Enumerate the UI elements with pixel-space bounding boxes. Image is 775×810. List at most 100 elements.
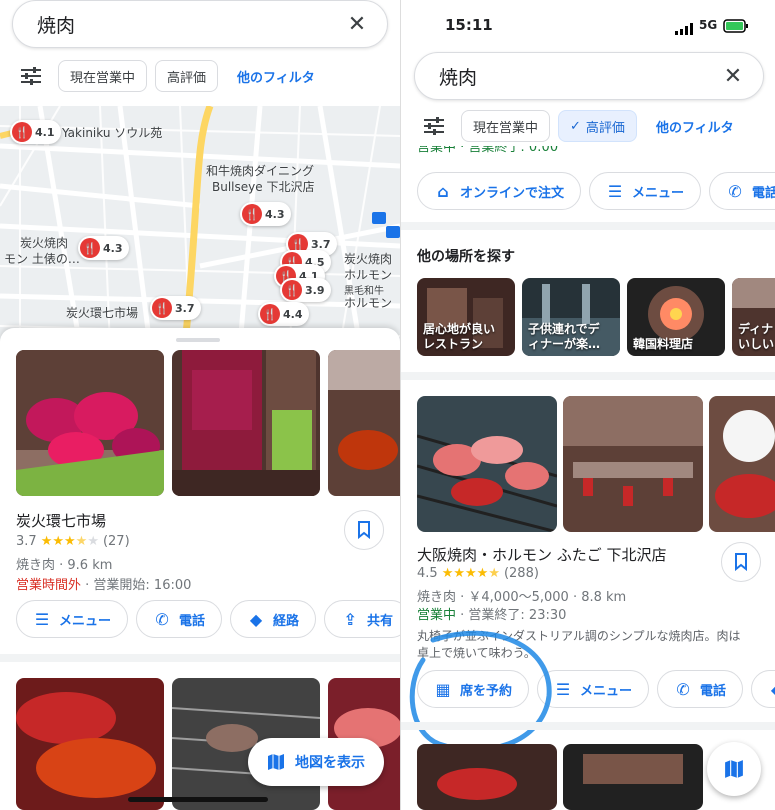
right-screen: 15:11 5G 焼肉 ✕ 現在営業中 ✓ 高評価 他のフィルタ 営業中 · 営業…	[400, 0, 775, 810]
map-label: 炭火焼肉	[20, 236, 69, 250]
directions-button[interactable]: ◆	[751, 670, 775, 708]
map-label: 炭火環七市場	[66, 306, 139, 320]
chip-top-rated[interactable]: 高評価	[155, 60, 219, 92]
menu-icon: ☰	[34, 609, 50, 629]
filter-settings-icon[interactable]	[421, 114, 447, 138]
home-indicator	[128, 797, 268, 802]
directions-icon: ◆	[768, 680, 775, 699]
chip-open-now[interactable]: 現在営業中	[58, 60, 148, 92]
explore-card[interactable]: ディナ いしい	[732, 278, 775, 356]
map-pin[interactable]: 🍴 4.4	[258, 302, 309, 326]
place-photo[interactable]	[16, 678, 164, 810]
place-photo[interactable]	[417, 396, 557, 532]
place-name[interactable]: 大阪焼肉・ホルモン ふたご 下北沢店	[417, 544, 667, 565]
star-rating-icon: ★★★★★	[441, 566, 500, 581]
map-pin[interactable]: 🍴 4.3	[78, 236, 129, 260]
rating-value: 3.7	[16, 534, 37, 549]
restaurant-icon: 🍴	[242, 204, 262, 224]
battery-icon	[723, 18, 749, 37]
place-photo[interactable]	[16, 350, 164, 496]
map-pin[interactable]: 🍴 4.3	[240, 202, 291, 226]
directions-icon: ◆	[249, 609, 263, 629]
explore-title: 他の場所を探す	[417, 249, 515, 265]
reserve-button[interactable]: ▦ 席を予約	[417, 670, 530, 708]
share-button[interactable]: ⇪ 共有	[324, 600, 400, 638]
status-bar: 15:11 5G	[401, 0, 775, 48]
search-query[interactable]: 焼肉	[439, 63, 721, 90]
network-type: 5G	[699, 18, 718, 32]
closing-time: · 営業終了: 23:30	[456, 608, 567, 623]
place-photo[interactable]	[172, 350, 320, 496]
calendar-icon: ▦	[435, 679, 451, 699]
show-map-button[interactable]: 地図を表示	[248, 738, 384, 786]
place-category-distance: 焼き肉 · 9.6 km	[16, 558, 113, 573]
map-label: ホルモン	[344, 268, 393, 282]
phone-icon: ✆	[676, 679, 690, 699]
search-bar[interactable]: 焼肉 ✕	[414, 52, 764, 100]
divider	[401, 222, 775, 230]
map-pin[interactable]: 🍴 4.1	[10, 120, 61, 144]
restaurant-icon: 🍴	[282, 280, 302, 300]
phone-icon: ✆	[728, 181, 742, 201]
place-rating: 4.5 ★★★★★ (288)	[417, 566, 539, 581]
save-button[interactable]	[721, 542, 761, 582]
closed-status: 営業時間外	[16, 578, 82, 593]
place-photo[interactable]	[563, 396, 703, 532]
close-icon[interactable]: ✕	[721, 64, 745, 89]
chip-open-now[interactable]: 現在営業中	[461, 110, 551, 142]
place-description: 丸椅子が並ぶインダストリアル調のシンプルな焼肉店。肉は 卓上で焼いて味わう。	[417, 629, 741, 660]
action-buttons: ▦席を予約 ☰メニュー ✆電話 ◆	[417, 670, 775, 708]
divider	[401, 372, 775, 380]
chip-more-filters[interactable]: 他のフィルタ	[644, 110, 745, 142]
show-map-button[interactable]	[707, 742, 761, 796]
place-photo[interactable]	[563, 744, 703, 810]
opening-time: · 営業開始: 16:00	[81, 578, 192, 593]
restaurant-icon: 🍴	[12, 122, 32, 142]
map-icon	[268, 754, 284, 770]
place-photo[interactable]	[417, 744, 557, 810]
store-icon: ⌂	[437, 181, 449, 201]
check-icon: ✓	[570, 118, 581, 134]
prev-place-hours: 営業中 · 営業終了: 0:00	[417, 146, 559, 155]
map-label: Bullseye 下北沢店	[212, 180, 315, 194]
menu-button[interactable]: ☰ メニュー	[16, 600, 129, 638]
search-query[interactable]: 焼肉	[37, 11, 345, 38]
call-button[interactable]: ✆電話	[657, 670, 744, 708]
explore-card[interactable]: 居心地が良い レストラン	[417, 278, 515, 356]
share-icon: ⇪	[343, 609, 357, 629]
call-button[interactable]: ✆電話	[709, 172, 775, 210]
prev-action-buttons: ⌂オンラインで注文 ☰メニュー ✆電話	[417, 172, 775, 210]
map-label: 炭火焼肉	[344, 252, 393, 266]
restaurant-icon: 🍴	[152, 298, 172, 318]
save-button[interactable]	[344, 510, 384, 550]
map-view[interactable]: 🍴 4.1 🍴 4.3 🍴 4.3 🍴 3.7 🍴 3.7 🍴 4.5 🍴 4.1 🍴 3.9 …	[0, 106, 400, 346]
filter-chips: 現在営業中 ✓ 高評価 他のフィルタ	[421, 110, 745, 142]
chip-more-filters[interactable]: 他のフィルタ	[226, 60, 326, 92]
place-photo[interactable]	[328, 350, 400, 496]
search-bar[interactable]: 焼肉 ✕	[12, 0, 388, 48]
star-rating-icon: ★★★★★	[40, 534, 99, 549]
chip-top-rated[interactable]: ✓ 高評価	[558, 110, 637, 142]
place-hours: 営業時間外 · 営業開始: 16:00	[16, 574, 191, 593]
directions-button[interactable]: ◆ 経路	[230, 600, 317, 638]
menu-icon: ☰	[607, 181, 623, 201]
menu-button[interactable]: ☰ メニュー	[537, 670, 650, 708]
bookmark-icon	[735, 553, 747, 571]
map-pin[interactable]: 🍴 3.7	[150, 296, 201, 320]
bookmark-icon	[358, 521, 370, 539]
order-online-button[interactable]: ⌂ オンラインで注文	[417, 172, 582, 210]
explore-card[interactable]: 韓国料理店	[627, 278, 725, 356]
place-name[interactable]: 炭火環七市場	[16, 510, 106, 531]
menu-button[interactable]: ☰ メニュー	[589, 172, 702, 210]
filter-settings-icon[interactable]	[18, 64, 44, 88]
place-photo[interactable]	[709, 396, 775, 532]
drag-handle[interactable]	[176, 338, 220, 342]
restaurant-icon: 🍴	[80, 238, 100, 258]
place-rating: 3.7 ★★★★★ (27)	[16, 534, 130, 549]
map-pin[interactable]: 🍴 3.9	[280, 278, 331, 302]
call-button[interactable]: ✆電話	[136, 600, 223, 638]
action-buttons: ☰ メニュー ✆ 電話 ◆ 経路 ⇪ 共有	[16, 600, 400, 638]
place-hours: 営業中 · 営業終了: 23:30	[417, 604, 566, 623]
explore-card[interactable]: 子供連れでデ ィナーが楽…	[522, 278, 620, 356]
close-icon[interactable]: ✕	[345, 12, 369, 37]
